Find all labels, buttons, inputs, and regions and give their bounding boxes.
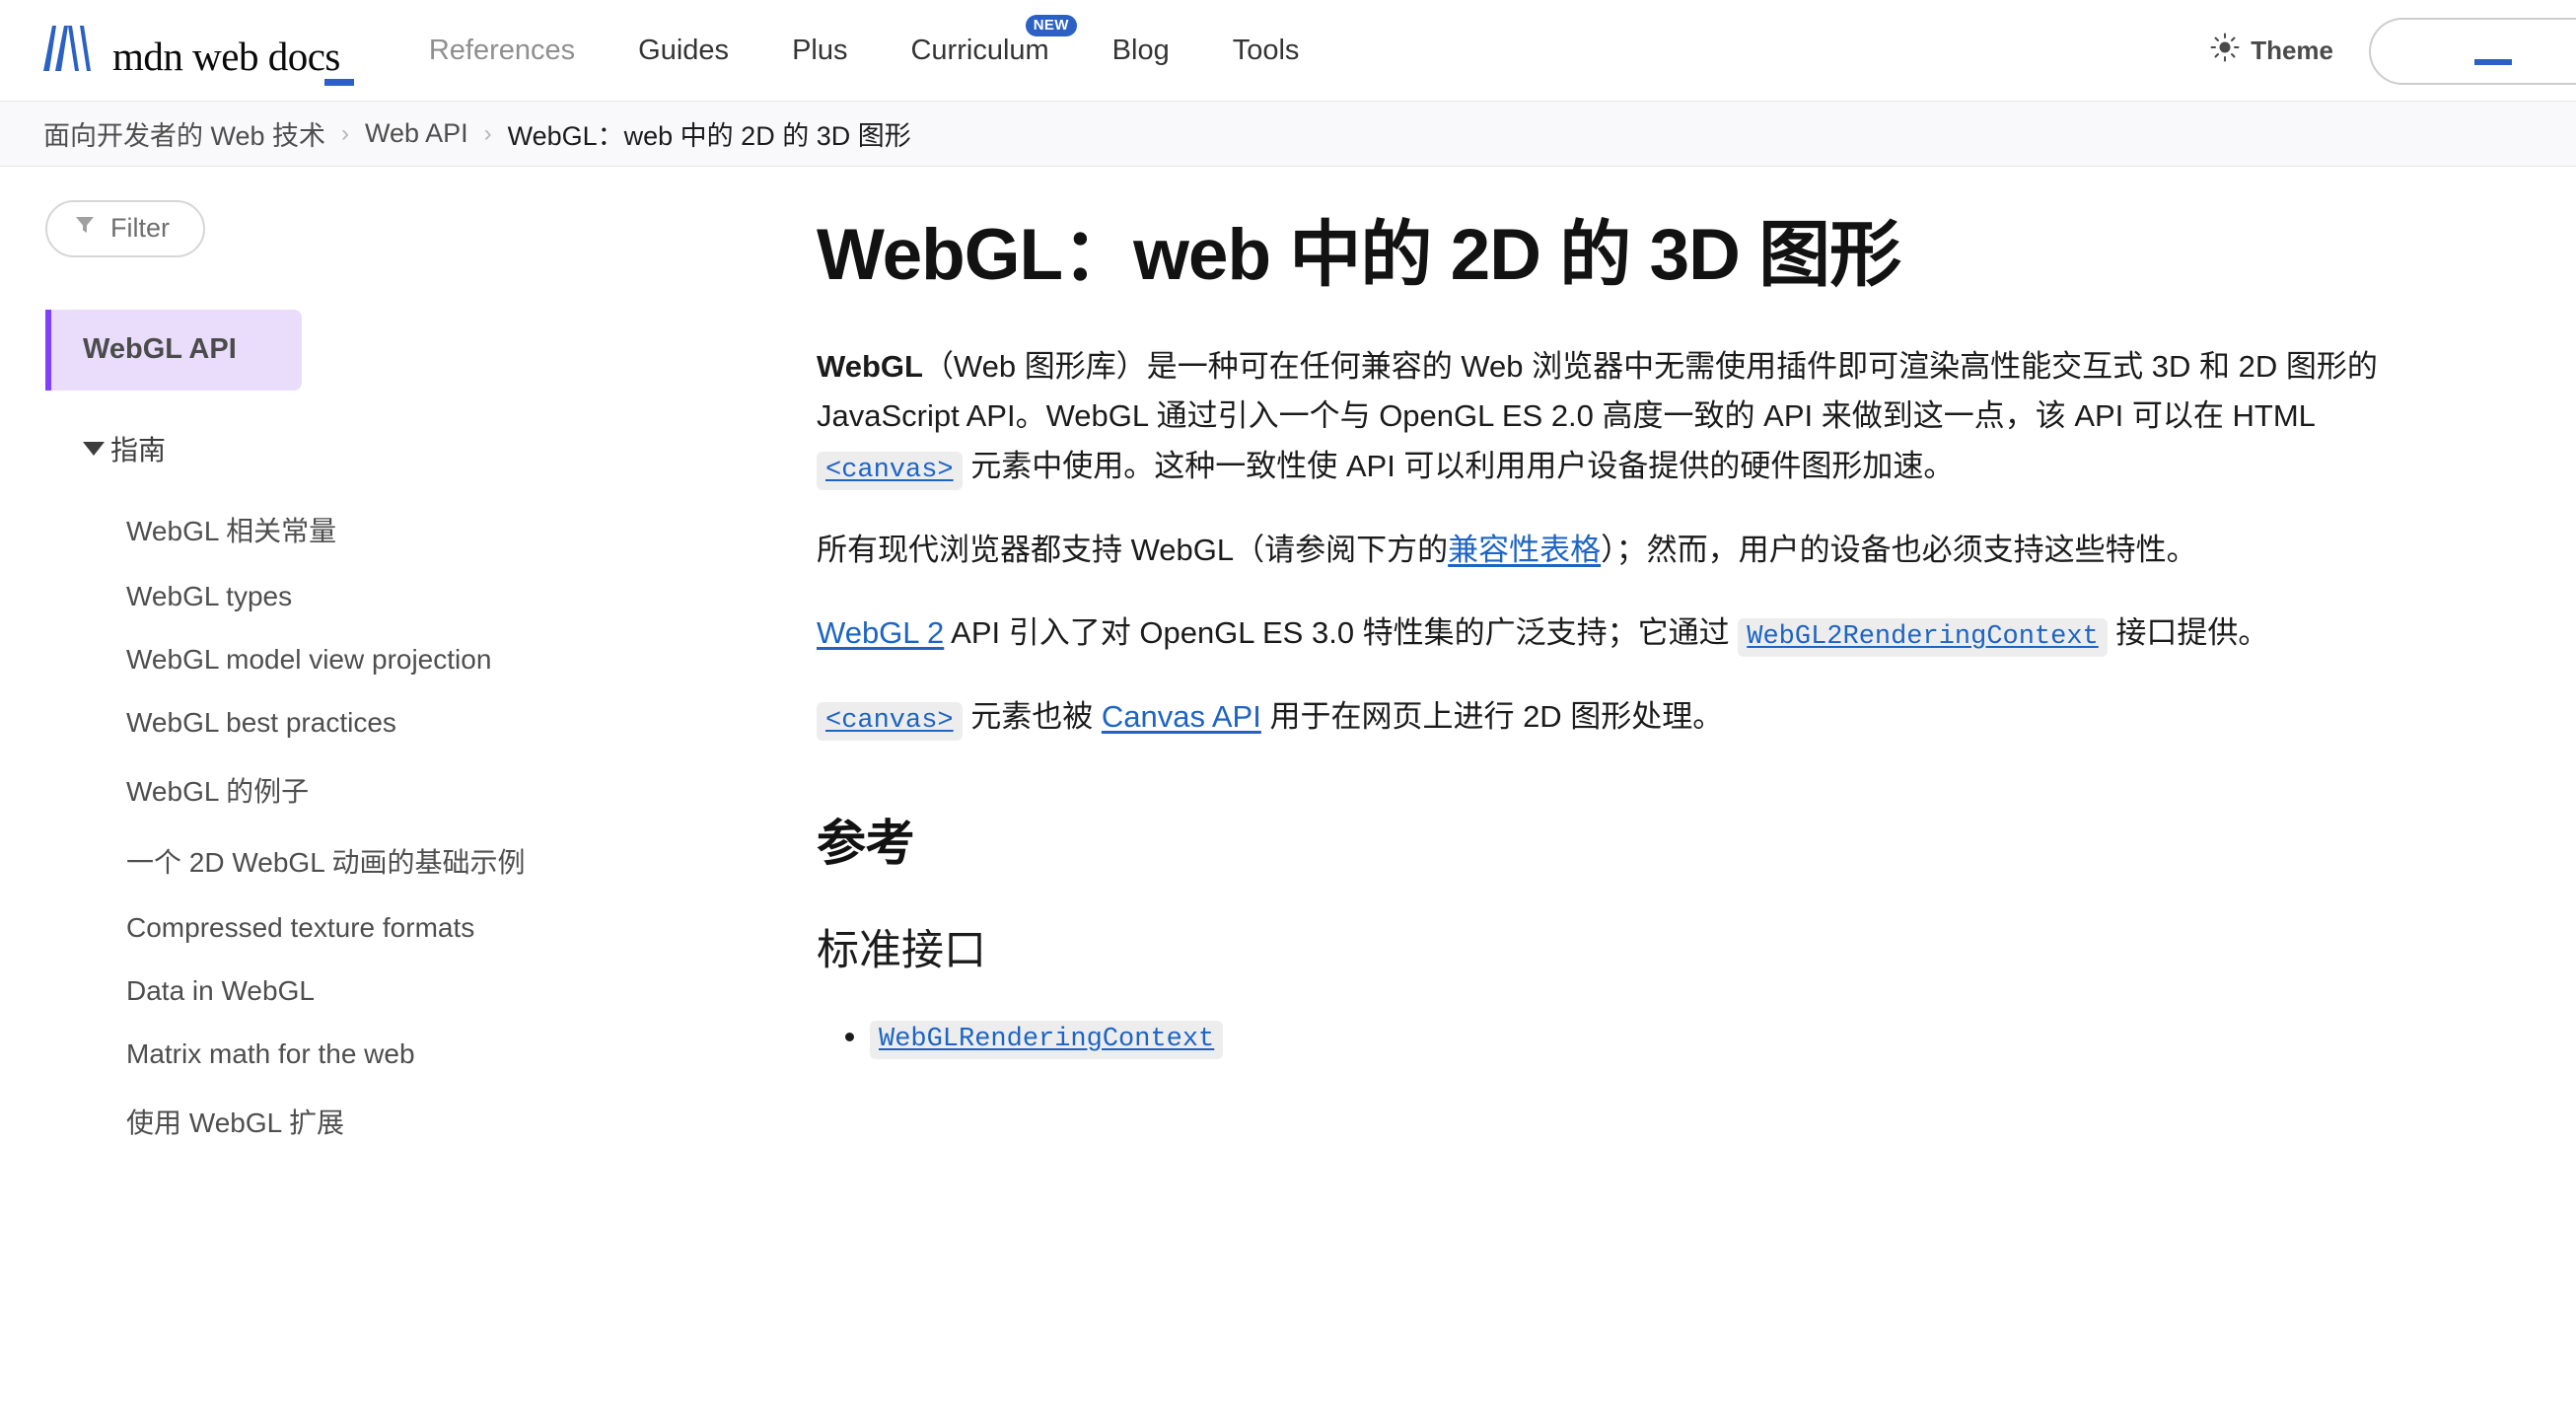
intro-text-2: 元素中使用。这种一致性使 API 可以利用用户设备提供的硬件图形加速。 <box>962 448 1955 483</box>
mdn-logo-link[interactable]: mdn web docs <box>43 25 354 86</box>
sidebar-section-guides[interactable]: 指南 <box>45 429 789 468</box>
new-badge: NEW <box>1025 14 1077 36</box>
logo-underscore-icon <box>323 78 354 86</box>
list-item: Compressed texture formats <box>45 896 789 960</box>
theme-label: Theme <box>2251 36 2333 65</box>
search-input[interactable] <box>2369 17 2576 85</box>
webgl2-paragraph: WebGL 2 API 引入了对 OpenGL ES 3.0 特性集的广泛支持；… <box>817 608 2436 659</box>
page-body: Filter WebGL API 指南 WebGL 相关常量 WebGL typ… <box>0 167 2576 1157</box>
canvas-link-2[interactable]: <canvas> <box>825 706 954 736</box>
breadcrumb: 面向开发者的 Web 技术 › Web API › WebGL：web 中的 2… <box>0 102 2576 167</box>
webgl2-link[interactable]: WebGL 2 <box>817 615 944 650</box>
webgl2-text-2: 接口提供。 <box>2107 615 2269 651</box>
list-item: WebGL best practices <box>45 691 789 754</box>
sidebar-item-compressed-texture-formats[interactable]: Compressed texture formats <box>45 896 789 960</box>
webgl2renderingcontext-link[interactable]: WebGL2RenderingContext <box>1747 622 2098 652</box>
support-text-2: ）；然而，用户的设备也必须支持这些特性。 <box>1601 532 2197 567</box>
nav-label: Curriculum <box>910 34 1049 66</box>
canvas-api-link[interactable]: Canvas API <box>1102 699 1261 734</box>
sidebar-active-label: WebGL API <box>83 333 237 365</box>
subsection-heading-standard-interfaces: 标准接口 <box>817 927 986 975</box>
nav-item-blog[interactable]: Blog <box>1081 35 1201 67</box>
sidebar-navigation: WebGL API 指南 WebGL 相关常量 WebGL types WebG… <box>45 310 789 1157</box>
mdn-logo-text: mdn web docs <box>112 33 340 79</box>
nav-item-curriculum[interactable]: Curriculum NEW <box>879 14 1080 67</box>
webglrenderingcontext-code: WebGLRenderingContext <box>870 1021 1224 1060</box>
nav-item-guides[interactable]: Guides <box>607 35 760 67</box>
browser-support-paragraph: 所有现代浏览器都支持 WebGL（请参阅下方的兼容性表格）；然而，用户的设备也必… <box>817 526 2436 576</box>
chevron-down-icon <box>83 442 105 456</box>
webglrenderingcontext-link[interactable]: WebGLRenderingContext <box>879 1025 1214 1054</box>
breadcrumb-separator-icon: › <box>483 119 492 147</box>
canvas-api-paragraph: <canvas> 元素也被 Canvas API 用于在网页上进行 2D 图形处… <box>817 692 2436 743</box>
nav-label: Blog <box>1111 34 1170 66</box>
intro-text-1: （Web 图形库）是一种可在任何兼容的 Web 浏览器中无需使用插件即可渲染高性… <box>817 348 2378 434</box>
sidebar: Filter WebGL API 指南 WebGL 相关常量 WebGL typ… <box>0 167 789 1157</box>
sun-icon <box>2210 33 2240 69</box>
list-item: WebGL 相关常量 <box>45 494 789 565</box>
page-title: WebGL：web 中的 2D 的 3D 图形 <box>817 215 1901 295</box>
list-item: WebGL 的例子 <box>45 754 789 825</box>
webgl2-text-1: API 引入了对 OpenGL ES 3.0 特性集的广泛支持；它通过 <box>944 615 1739 651</box>
site-header: mdn web docs References Guides Plus Curr… <box>0 0 2576 102</box>
sidebar-list: WebGL 相关常量 WebGL types WebGL model view … <box>45 494 789 1157</box>
support-text-1: 所有现代浏览器都支持 WebGL（请参阅下方的 <box>817 532 1449 567</box>
canvas-code-1: <canvas> <box>817 451 963 490</box>
canvas-link-1[interactable]: <canvas> <box>825 456 954 485</box>
nav-label: Plus <box>792 34 848 66</box>
list-item: Matrix math for the web <box>45 1023 789 1086</box>
sidebar-item-matrix-math[interactable]: Matrix math for the web <box>45 1023 789 1086</box>
list-item: 一个 2D WebGL 动画的基础示例 <box>45 825 789 896</box>
canvas-text-2: 用于在网页上进行 2D 图形处理。 <box>1260 699 1724 735</box>
section-heading-reference: 参考 <box>817 816 915 872</box>
sidebar-item-webgl-extensions[interactable]: 使用 WebGL 扩展 <box>45 1086 789 1157</box>
mdn-m-logo-icon <box>43 25 101 76</box>
nav-label: Tools <box>1232 34 1300 66</box>
list-item: WebGL model view projection <box>45 628 789 691</box>
webgl2renderingcontext-code: WebGL2RenderingContext <box>1738 618 2108 658</box>
sidebar-item-webgl-types[interactable]: WebGL types <box>45 565 789 628</box>
search-caret-icon <box>2474 58 2512 65</box>
sidebar-item-best-practices[interactable]: WebGL best practices <box>45 691 789 754</box>
filter-button[interactable]: Filter <box>45 200 205 257</box>
intro-paragraph: WebGL（Web 图形库）是一种可在任何兼容的 Web 浏览器中无需使用插件即… <box>817 342 2436 492</box>
reference-list: WebGLRenderingContext <box>817 1011 2436 1061</box>
nav-label: Guides <box>638 34 730 66</box>
breadcrumb-item-web-api[interactable]: Web API <box>365 118 468 149</box>
funnel-icon <box>73 213 97 244</box>
nav-item-plus[interactable]: Plus <box>760 35 879 67</box>
sidebar-section-label: 指南 <box>110 435 167 465</box>
nav-item-references[interactable]: References <box>397 35 607 67</box>
sidebar-item-webgl-examples[interactable]: WebGL 的例子 <box>45 754 789 825</box>
filter-label: Filter <box>110 213 170 243</box>
main-navigation: References Guides Plus Curriculum NEW Bl… <box>397 14 1331 67</box>
canvas-code-2: <canvas> <box>817 702 963 742</box>
theme-toggle-button[interactable]: Theme <box>2210 33 2333 69</box>
compatibility-table-link[interactable]: 兼容性表格 <box>1448 533 1601 567</box>
breadcrumb-separator-icon: › <box>341 119 350 147</box>
list-item: Data in WebGL <box>45 960 789 1023</box>
sidebar-item-webgl-api[interactable]: WebGL API <box>45 310 302 391</box>
header-right-cluster: Theme <box>2210 0 2576 102</box>
main-content: WebGL：web 中的 2D 的 3D 图形 WebGL（Web 图形库）是一… <box>789 167 2554 1074</box>
list-item: WebGL types <box>45 565 789 628</box>
canvas-text-1: 元素也被 <box>962 699 1102 735</box>
list-item: 使用 WebGL 扩展 <box>45 1086 789 1157</box>
sidebar-item-model-view-projection[interactable]: WebGL model view projection <box>45 628 789 691</box>
sidebar-item-2d-animation-example[interactable]: 一个 2D WebGL 动画的基础示例 <box>45 825 789 896</box>
breadcrumb-item-web-technology[interactable]: 面向开发者的 Web 技术 <box>43 114 325 153</box>
nav-item-tools[interactable]: Tools <box>1201 35 1331 67</box>
sidebar-item-webgl-constants[interactable]: WebGL 相关常量 <box>45 494 789 565</box>
list-item: WebGLRenderingContext <box>870 1011 2436 1061</box>
sidebar-item-data-in-webgl[interactable]: Data in WebGL <box>45 960 789 1023</box>
nav-label: References <box>428 34 576 66</box>
breadcrumb-item-current: WebGL：web 中的 2D 的 3D 图形 <box>507 121 911 151</box>
webgl-bold-lead: WebGL <box>817 348 923 384</box>
